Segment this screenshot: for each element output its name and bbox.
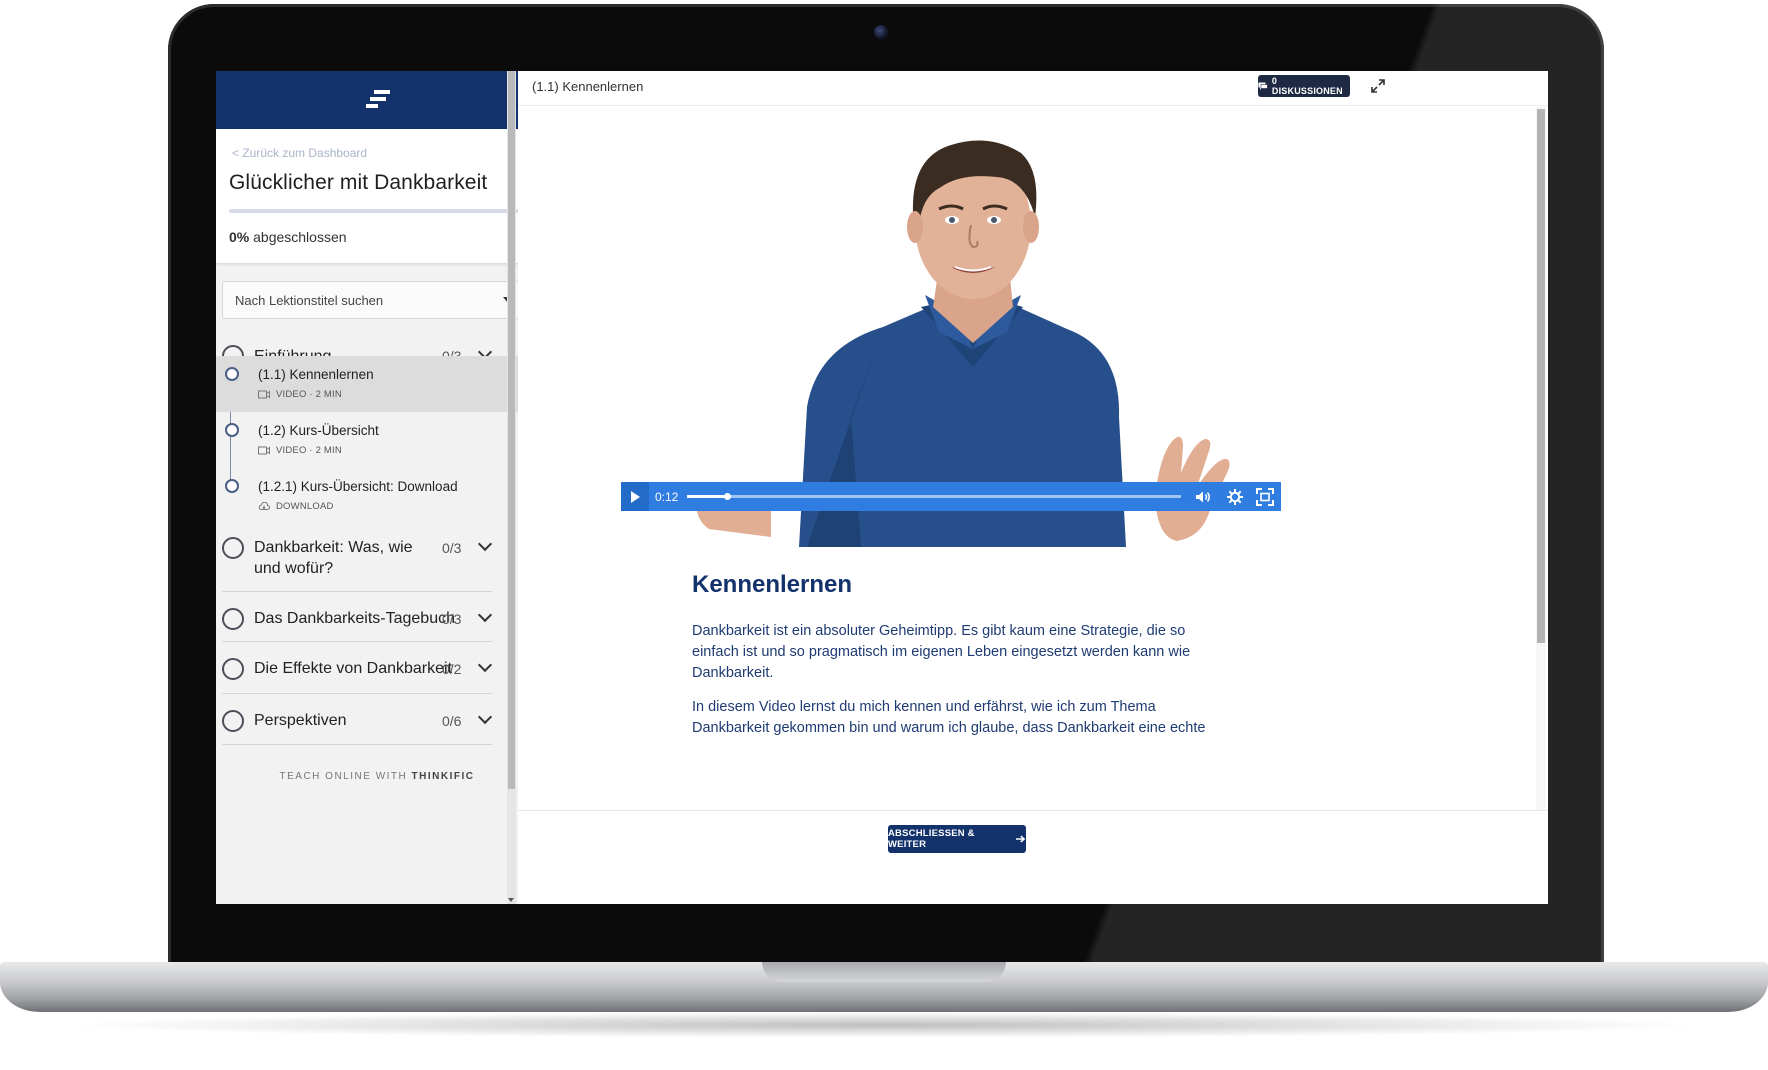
complete-and-continue-button[interactable]: ABSCHLIESSEN & WEITER <box>888 825 1026 853</box>
progress-label: abgeschlossen <box>253 229 347 245</box>
lesson-meta: DOWNLOAD <box>258 501 334 512</box>
chevron-down-icon <box>477 657 493 673</box>
lesson-meta: VIDEO · 2 MIN <box>258 445 342 456</box>
chat-bubble-icon <box>1258 82 1268 90</box>
video-progress-fill <box>687 495 727 498</box>
chapter-perspektiven[interactable]: Perspektiven 0/6 <box>216 693 538 745</box>
footer-prefix: TEACH ONLINE WITH <box>279 771 408 782</box>
lesson-search-select[interactable]: Nach Lektionstitel suchen <box>222 281 524 319</box>
lesson-footer: ABSCHLIESSEN & WEITER <box>518 810 1548 904</box>
chevron-down-icon <box>477 709 493 725</box>
lesson-item-kurs-uebersicht-download[interactable]: (1.2.1) Kurs-Übersicht: Download DOWNLOA… <box>216 468 538 524</box>
lesson-heading: (1.1) Kennenlernen <box>532 79 644 94</box>
lesson-status-icon <box>225 423 239 437</box>
chapter-title: Perspektiven <box>254 712 347 729</box>
lesson-item-kennenlernen[interactable]: (1.1) Kennenlernen VIDEO · 2 MIN <box>216 356 538 412</box>
settings-gear-icon[interactable] <box>1225 487 1245 507</box>
lesson-meta-text: VIDEO · 2 MIN <box>276 389 342 400</box>
lesson-search-placeholder: Nach Lektionstitel suchen <box>235 293 384 308</box>
chapter-count: 0/2 <box>442 661 462 677</box>
article-title: Kennenlernen <box>692 571 853 598</box>
chapter-title: Dankbarkeit: Was, wie und wofür? <box>254 539 413 577</box>
chapter-status-icon <box>222 710 244 732</box>
video-controls: 0:12 <box>621 482 1281 511</box>
article-paragraph: In diesem Video lernst du mich kennen un… <box>692 699 1206 736</box>
expand-icon[interactable] <box>1370 78 1386 94</box>
chapter-status-icon <box>222 537 244 559</box>
lesson-topbar: (1.1) Kennenlernen 0 DISKUSSIONEN <box>518 71 1548 106</box>
content-scrollbar-thumb[interactable] <box>1537 109 1545 643</box>
discussions-button[interactable]: 0 DISKUSSIONEN <box>1258 75 1350 97</box>
content-scrollbar[interactable] <box>1536 107 1546 821</box>
lesson-title: (1.2.1) Kurs-Übersicht: Download <box>258 479 458 494</box>
lesson-title: (1.2) Kurs-Übersicht <box>258 423 379 438</box>
chevron-down-icon <box>477 536 493 552</box>
laptop-shadow <box>60 1012 1708 1038</box>
brand-bar <box>216 71 538 129</box>
chapter-divider <box>222 744 492 745</box>
chapter-status-icon <box>222 608 244 630</box>
download-icon <box>258 502 270 510</box>
course-sidebar: < Zurück zum Dashboard Glücklicher mit D… <box>216 71 544 904</box>
complete-and-continue-label: ABSCHLIESSEN & WEITER <box>888 828 975 850</box>
chapter-title: Die Effekte von Dankbarkeit <box>254 660 453 677</box>
lesson-status-icon <box>225 479 239 493</box>
arrow-right-icon <box>1016 835 1026 843</box>
video-time: 0:12 <box>655 490 679 504</box>
chapter-title: Das Dankbarkeits-Tagebuch <box>254 610 455 627</box>
lesson-meta: VIDEO · 2 MIN <box>258 389 342 400</box>
chevron-down-icon <box>477 607 493 623</box>
article-paragraph: Dankbarkeit ist ein absoluter Geheimtipp… <box>692 623 1191 681</box>
chapter-status-icon <box>222 658 244 680</box>
footer-brand: THINKIFIC <box>411 771 475 782</box>
video-scrub-handle[interactable] <box>723 493 731 500</box>
video-scrubber[interactable] <box>687 493 1181 500</box>
lesson-title: (1.1) Kennenlernen <box>258 367 374 382</box>
chapter-dankbarkeits-tagebuch[interactable]: Das Dankbarkeits-Tagebuch 0/3 <box>216 591 538 642</box>
thinkific-footer[interactable]: TEACH ONLINE WITH THINKIFIC <box>216 771 538 782</box>
chapter-count: 0/3 <box>442 611 462 627</box>
webcam <box>874 25 888 39</box>
lesson-meta-text: DOWNLOAD <box>276 501 334 512</box>
volume-icon[interactable] <box>1193 487 1213 507</box>
course-card: < Zurück zum Dashboard Glücklicher mit D… <box>216 129 538 263</box>
play-button[interactable] <box>621 482 649 511</box>
fullscreen-icon[interactable] <box>1255 487 1275 507</box>
lesson-item-kurs-uebersicht[interactable]: (1.2) Kurs-Übersicht VIDEO · 2 MIN <box>216 412 538 468</box>
sidebar-scrollbar[interactable] <box>507 71 516 904</box>
back-to-dashboard-link[interactable]: < Zurück zum Dashboard <box>232 146 367 160</box>
scroll-down-arrow-icon[interactable] <box>508 898 514 902</box>
screen: < Zurück zum Dashboard Glücklicher mit D… <box>216 71 1548 904</box>
course-progress-text: 0% abgeschlossen <box>229 229 347 245</box>
progress-percent: 0% <box>229 229 250 245</box>
laptop-notch <box>762 962 1006 982</box>
chapter-dankbarkeit-was-wie-wofuer[interactable]: Dankbarkeit: Was, wie und wofür? 0/3 <box>216 531 538 592</box>
sidebar-scrollbar-thumb[interactable] <box>508 71 515 789</box>
course-title: Glücklicher mit Dankbarkeit <box>229 171 488 194</box>
video-icon <box>258 446 270 455</box>
chapter-count: 0/6 <box>442 713 462 729</box>
school-logo-icon[interactable] <box>364 88 394 112</box>
video-icon <box>258 390 270 399</box>
lesson-content: (1.1) Kennenlernen 0 DISKUSSIONEN 0:12 K… <box>518 71 1548 904</box>
discussions-label: 0 DISKUSSIONEN <box>1271 76 1343 96</box>
lesson-status-icon <box>225 367 239 381</box>
chapter-effekte-von-dankbarkeit[interactable]: Die Effekte von Dankbarkeit 0/2 <box>216 641 538 694</box>
lesson-meta-text: VIDEO · 2 MIN <box>276 445 342 456</box>
chapter-count: 0/3 <box>442 540 462 556</box>
course-progress-bar <box>229 209 525 213</box>
